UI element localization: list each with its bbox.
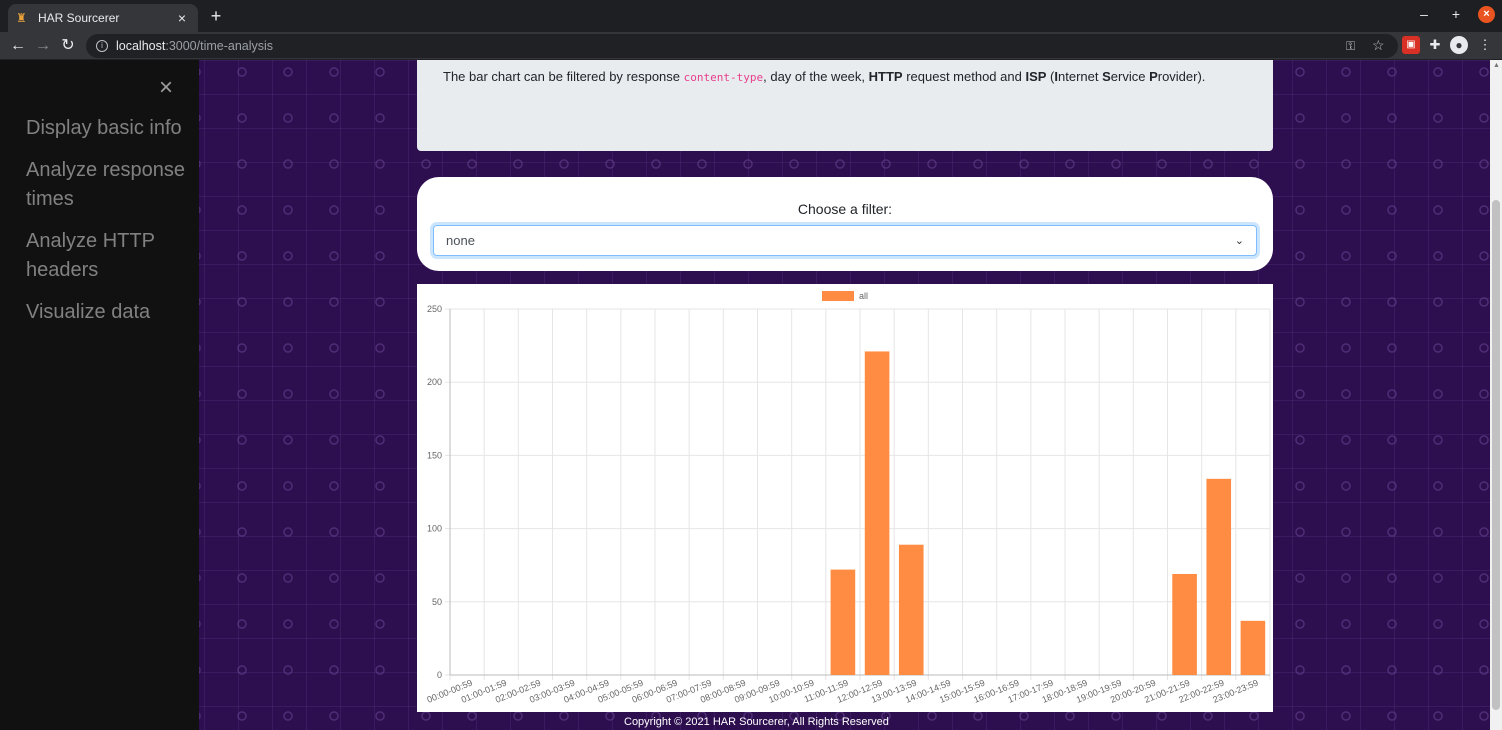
chevron-down-icon: ⌄ <box>1234 235 1244 247</box>
y-tick-label: 150 <box>427 450 442 460</box>
bar <box>864 351 890 675</box>
filter-selected-value: none <box>446 233 475 248</box>
content-type-code: content-type <box>683 71 764 84</box>
filter-label: Choose a filter: <box>797 201 893 217</box>
info-card: The bar chart can be filtered by respons… <box>417 60 1273 151</box>
browser-tab[interactable]: ♜ HAR Sourcerer × <box>8 4 198 32</box>
bar <box>1172 573 1197 675</box>
scrollbar-thumb[interactable] <box>1492 200 1500 710</box>
filter-select[interactable]: none ⌄ <box>433 225 1257 256</box>
scroll-up-arrow-icon[interactable]: ▲ <box>1493 62 1500 69</box>
sidebar-item-display-basic-info[interactable]: Display basic info <box>26 114 196 143</box>
tab-title: HAR Sourcerer <box>38 11 120 25</box>
sidebar-close-icon[interactable]: × <box>154 76 178 100</box>
profile-avatar-icon[interactable]: ● <box>1450 36 1468 54</box>
y-tick-label: 50 <box>432 597 442 607</box>
y-tick-label: 200 <box>427 377 442 387</box>
bar <box>898 544 924 675</box>
y-tick-label: 100 <box>427 524 442 534</box>
new-tab-button[interactable]: + <box>206 6 226 26</box>
sidebar-item-analyze-http-headers[interactable]: Analyze HTTP headers <box>26 227 196 285</box>
y-tick-label: 250 <box>427 304 442 314</box>
filter-card: Choose a filter: none ⌄ <box>417 177 1273 271</box>
legend-swatch <box>822 291 854 301</box>
site-info-icon[interactable]: i <box>96 40 108 52</box>
extensions-puzzle-icon[interactable]: ✚ <box>1426 36 1444 54</box>
page-content: × Display basic info Analyze response ti… <box>0 60 1502 730</box>
browser-toolbar: ← → ↻ i localhost:3000/time-analysis ⚿ ☆ <box>0 32 1502 60</box>
url-path: :3000/time-analysis <box>165 39 274 53</box>
page-scrollbar[interactable]: ▲ <box>1490 60 1502 730</box>
window-minimize-button[interactable]: – <box>1414 6 1434 22</box>
bar <box>1240 620 1266 675</box>
url-host: localhost <box>116 39 166 53</box>
browser-menu-icon[interactable]: ⋮ <box>1476 36 1494 54</box>
bookmark-star-icon[interactable]: ☆ <box>1372 37 1385 54</box>
tab-close-icon[interactable]: × <box>174 10 190 26</box>
sidebar-item-visualize-data[interactable]: Visualize data <box>26 298 196 327</box>
sidebar-item-analyze-response-times[interactable]: Analyze response times <box>26 156 196 214</box>
address-bar[interactable]: i localhost:3000/time-analysis ⚿ ☆ <box>86 34 1398 58</box>
bar-chart: 0 50 100 150 200 250 00:00-00:59 01:00-01:59 02:… <box>417 284 1273 712</box>
legend-label: all <box>859 291 868 301</box>
sidebar: × Display basic info Analyze response ti… <box>0 60 199 730</box>
footer-copyright: Copyright © 2021 HAR Sourcerer, All Righ… <box>624 716 889 728</box>
password-key-icon[interactable]: ⚿ <box>1346 39 1355 54</box>
forward-arrow-icon[interactable]: → <box>33 36 53 56</box>
reload-icon[interactable]: ↻ <box>58 36 78 56</box>
y-tick-label: 0 <box>437 670 442 680</box>
window-close-button[interactable]: × <box>1478 6 1495 23</box>
bar <box>830 569 856 675</box>
bar <box>1206 478 1232 675</box>
window-maximize-button[interactable]: + <box>1446 6 1466 22</box>
bar-chart-svg: 05010015020025000:00-00:5901:00-01:5902:… <box>426 291 1271 705</box>
extension-icon[interactable]: ▣ <box>1402 36 1420 54</box>
back-arrow-icon[interactable]: ← <box>8 36 28 56</box>
browser-tab-bar: ♜ HAR Sourcerer × + – + × <box>0 0 1502 32</box>
info-description: The bar chart can be filtered by respons… <box>443 69 1206 84</box>
har-favicon-icon: ♜ <box>16 11 27 25</box>
